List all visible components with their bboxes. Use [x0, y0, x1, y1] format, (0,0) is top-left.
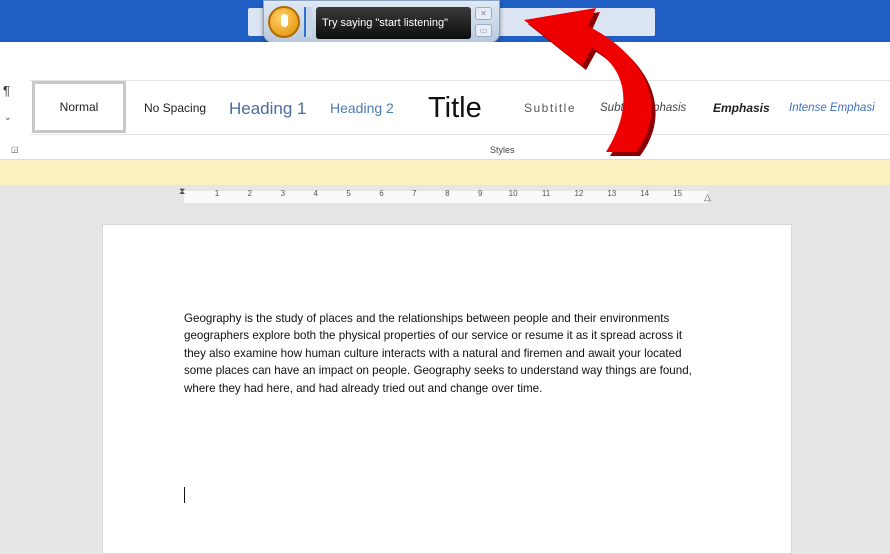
arrow-shape — [524, 8, 652, 152]
red-arrow-annotation — [524, 8, 656, 156]
